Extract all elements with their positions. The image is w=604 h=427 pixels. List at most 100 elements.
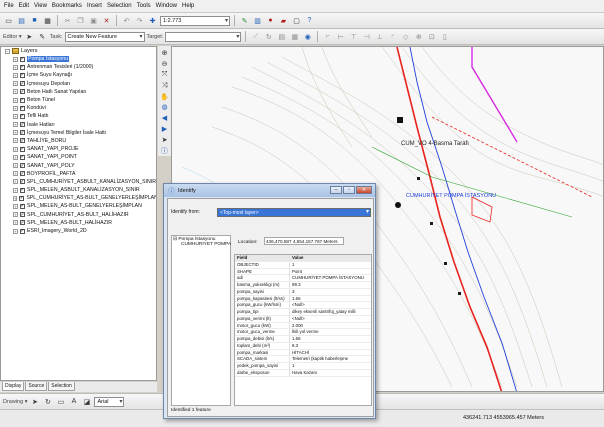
font-combo[interactable]: Arial — [94, 396, 125, 407]
rectangle-icon[interactable]: ▭ — [55, 396, 66, 407]
layer-visibility-checkbox[interactable]: ✓ — [20, 171, 25, 177]
menu-tools[interactable]: Tools — [137, 3, 151, 9]
layer-visibility-checkbox[interactable]: ✓ — [20, 203, 25, 209]
layer-visibility-checkbox[interactable]: ✓ — [20, 81, 25, 87]
georef-icon[interactable]: ◉ — [302, 31, 313, 42]
rotate-element-icon[interactable]: ↻ — [42, 396, 53, 407]
menu-help[interactable]: Help — [182, 3, 194, 9]
table-row[interactable]: toplam_debi (m³) 8.3 — [235, 342, 371, 350]
expand-icon[interactable]: + — [13, 187, 18, 193]
table-row[interactable]: pompa_gucu (kW/lsm) <Null> — [235, 302, 371, 309]
layer-item[interactable]: + ✓ Kondüvi — [1, 104, 156, 112]
tab-display[interactable]: Display — [2, 382, 25, 391]
table-row[interactable]: OBJECTID 1 — [235, 261, 371, 269]
open-icon[interactable]: ▤ — [16, 15, 27, 26]
layer-item[interactable]: + ✓ İçme Suyu Kaynağı — [1, 71, 156, 79]
fill-color-icon[interactable]: ◪ — [81, 396, 92, 407]
tab-source[interactable]: Source — [25, 382, 48, 391]
expand-icon[interactable]: + — [13, 97, 18, 103]
expand-icon[interactable]: + — [13, 89, 18, 95]
target-combo[interactable] — [165, 31, 242, 42]
expand-icon[interactable]: + — [13, 113, 18, 119]
layer-item[interactable]: + ✓ Beton Tünel — [1, 96, 156, 104]
expand-icon[interactable]: + — [13, 122, 18, 128]
layer-visibility-checkbox[interactable]: ✓ — [20, 130, 25, 136]
help-icon[interactable]: ? — [304, 15, 315, 26]
layer-visibility-checkbox[interactable]: ✓ — [20, 105, 25, 111]
layer-item[interactable]: + ✓ Tefli Hattı — [1, 112, 156, 120]
sketch-properties-icon[interactable]: ▦ — [289, 31, 300, 42]
editor-menu[interactable]: Editor ▾ — [3, 34, 22, 40]
close-button[interactable]: ✕ — [356, 186, 372, 194]
print-icon[interactable]: ▦ — [42, 15, 53, 26]
layer-item[interactable]: + ✓ SANAT_YAPI_POINT — [1, 153, 156, 161]
text-icon[interactable]: A — [68, 396, 79, 407]
table-row[interactable]: SHAPE Point — [235, 268, 371, 276]
layer-visibility-checkbox[interactable]: ✓ — [20, 113, 25, 119]
menu-selection[interactable]: Selection — [107, 3, 132, 9]
add-data-icon[interactable]: ✚ — [147, 15, 158, 26]
layer-item[interactable]: + ✓ SPL_MELEN_ASBULT_KANALİZASYON_SINIR — [1, 186, 156, 194]
layer-visibility-checkbox[interactable]: ✓ — [20, 187, 25, 193]
snap-icon[interactable]: ⌐ — [322, 31, 333, 42]
layer-visibility-checkbox[interactable]: ✓ — [19, 179, 25, 185]
catalog-icon[interactable]: ● — [265, 15, 276, 26]
expand-icon[interactable]: + — [13, 195, 18, 201]
table-row[interactable]: pompa_debisi (lt/s) 1.66 — [235, 336, 371, 343]
menu-insert[interactable]: Insert — [87, 3, 102, 9]
cut-icon[interactable]: ✂ — [62, 15, 73, 26]
rotate-icon[interactable]: ↻ — [263, 31, 274, 42]
layer-visibility-checkbox[interactable]: ✓ — [20, 212, 25, 218]
pump-marker[interactable] — [395, 202, 401, 208]
expand-icon[interactable]: + — [13, 64, 18, 70]
direction-icon[interactable]: ⊕ — [413, 31, 424, 42]
tab-selection[interactable]: Selection — [48, 382, 75, 391]
select-elements-icon[interactable]: ➤ — [29, 396, 40, 407]
full-extent-icon[interactable]: ◍ — [160, 102, 170, 112]
toc-icon[interactable]: ▥ — [252, 15, 263, 26]
layer-visibility-checkbox[interactable]: ✓ — [20, 138, 25, 144]
forward-extent-icon[interactable]: ▶ — [160, 124, 170, 134]
layer-item[interactable]: + ✓ ESRI_Imagery_World_2D — [1, 227, 156, 235]
menu-file[interactable]: File — [4, 3, 14, 9]
expand-icon[interactable]: + — [13, 179, 18, 185]
layer-item[interactable]: + ✓ TAHLİYE_BORU — [1, 137, 156, 145]
layer-item[interactable]: + ✓ İsale Hatları — [1, 121, 156, 129]
layer-item[interactable]: + ✓ SANAT_YAPI_PROJE — [1, 145, 156, 153]
layer-visibility-checkbox[interactable]: ✓ — [20, 154, 25, 160]
endpoint-icon[interactable]: ⊥ — [374, 31, 385, 42]
expand-icon[interactable]: + — [13, 146, 18, 152]
fixed-zoom-out-icon[interactable]: ⤨ — [160, 81, 170, 91]
table-row[interactable]: basma_yuksekligi (m) 99.3 — [235, 282, 371, 289]
tangent-icon[interactable]: ◇ — [400, 31, 411, 42]
menu-bookmarks[interactable]: Bookmarks — [52, 3, 82, 9]
layers-root[interactable]: − Layers — [1, 47, 156, 55]
split-icon[interactable]: ⟋ — [250, 31, 261, 42]
layer-item[interactable]: + ✓ İçmesuyu Depoları — [1, 80, 156, 88]
layer-visibility-checkbox[interactable]: ✓ — [20, 97, 25, 103]
identify-icon[interactable]: ⓘ — [160, 146, 170, 156]
drawing-menu[interactable]: Drawing ▾ — [3, 399, 27, 405]
zoom-out-icon[interactable]: ⊖ — [160, 59, 170, 69]
copy-icon[interactable]: ❐ — [75, 15, 86, 26]
layer-visibility-checkbox[interactable]: ✓ — [19, 195, 25, 201]
expand-icon[interactable]: + — [13, 72, 18, 78]
layer-item[interactable]: + ✓ SPL_CUMHURİYET_AS-BULT_GENELYERLEŞİMPL… — [1, 194, 156, 202]
layer-visibility-checkbox[interactable]: ✓ — [20, 146, 25, 152]
identify-from-combo[interactable]: <Top-most layer> — [217, 208, 371, 217]
table-row[interactable]: SCADA_sistem Telemetri (kaptik haberleşme — [235, 356, 371, 363]
edit-tool-icon[interactable]: ➤ — [24, 31, 35, 42]
expand-icon[interactable]: + — [13, 130, 18, 136]
layer-item[interactable]: + ✓ İçmesuyu Temel Bilgiler İsale Hattı — [1, 129, 156, 137]
layer-visibility-checkbox[interactable]: ✓ — [20, 122, 25, 128]
layer-item[interactable]: + ✓ Beton Hatlı Sanat Yapıları — [1, 88, 156, 96]
layer-item[interactable]: + ✓ Pompa İstasyonu — [1, 55, 156, 63]
delete-icon[interactable]: ✕ — [101, 15, 112, 26]
table-row[interactable]: pompa_sayisi 3 — [235, 288, 371, 296]
task-combo[interactable]: Create New Feature — [64, 31, 145, 42]
maximize-button[interactable]: ▫ — [343, 186, 355, 194]
expand-icon[interactable]: + — [13, 171, 18, 177]
table-row[interactable]: motor_gucu_verme İkili yol verme — [235, 329, 371, 336]
back-extent-icon[interactable]: ◀ — [160, 113, 170, 123]
layer-visibility-checkbox[interactable]: ✓ — [20, 220, 25, 226]
